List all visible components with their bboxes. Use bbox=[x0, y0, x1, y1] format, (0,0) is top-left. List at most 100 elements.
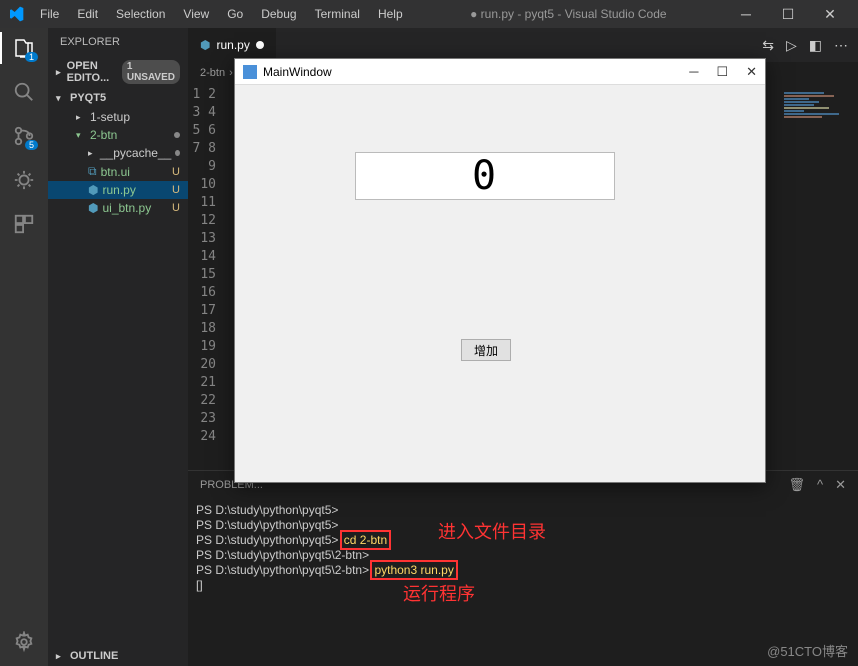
vscode-logo-icon bbox=[8, 6, 24, 22]
menu-file[interactable]: File bbox=[32, 3, 67, 25]
tab-run-py[interactable]: ⬢ run.py bbox=[188, 28, 276, 62]
minimap[interactable] bbox=[778, 84, 858, 470]
tree-item-label: 2-btn bbox=[90, 128, 117, 142]
terminal-line: PS D:\study\python\pyqt5\2-btn> bbox=[196, 563, 372, 577]
line-numbers: 1 2 3 4 5 6 7 8 9 10 11 12 13 14 15 16 1… bbox=[188, 84, 228, 470]
debug-icon[interactable] bbox=[12, 168, 36, 192]
split-editor-icon[interactable]: ◧ bbox=[809, 37, 822, 54]
menu-go[interactable]: Go bbox=[219, 3, 251, 25]
folder-pycache[interactable]: ▸ __pycache__ bbox=[48, 144, 188, 162]
tab-modified-icon[interactable] bbox=[256, 41, 264, 49]
git-status: U bbox=[172, 184, 180, 196]
titlebar: File Edit Selection View Go Debug Termin… bbox=[0, 0, 858, 28]
open-editors-label: OPEN EDITO... bbox=[67, 60, 118, 84]
breadcrumb-item[interactable]: 2-btn bbox=[200, 67, 225, 79]
annotation-2: 运行程序 bbox=[403, 587, 475, 602]
chevron-down-icon: ▾ bbox=[76, 130, 86, 141]
sidebar-header: EXPLORER bbox=[48, 28, 188, 56]
file-icon: ⧉ bbox=[88, 164, 97, 179]
run-icon[interactable]: ▷ bbox=[786, 37, 797, 54]
python-file-icon: ⬢ bbox=[88, 183, 98, 197]
more-actions-icon[interactable]: ⋯ bbox=[834, 37, 848, 54]
workspace-name: PYQT5 bbox=[70, 92, 106, 104]
maximize-panel-icon[interactable]: ^ bbox=[817, 477, 823, 493]
window-title: ● run.py - pyqt5 - Visual Studio Code bbox=[411, 7, 726, 21]
highlighted-command-1: cd 2-btn bbox=[342, 532, 389, 548]
modified-dot-icon bbox=[175, 150, 180, 156]
lcd-value: 0 bbox=[472, 153, 498, 199]
menu-selection[interactable]: Selection bbox=[108, 3, 173, 25]
dialog-title-text: MainWindow bbox=[263, 65, 332, 79]
app-icon bbox=[243, 65, 257, 79]
dialog-minimize-button[interactable]: ─ bbox=[689, 64, 698, 80]
activity-bar: 1 5 bbox=[0, 28, 48, 666]
chevron-right-icon: ▸ bbox=[56, 67, 63, 78]
dialog-close-button[interactable]: ✕ bbox=[746, 64, 757, 80]
menu-edit[interactable]: Edit bbox=[69, 3, 106, 25]
chevron-right-icon: › bbox=[229, 67, 233, 79]
annotation-1: 进入文件目录 bbox=[438, 525, 546, 540]
tree-item-label: ui_btn.py bbox=[102, 201, 151, 215]
tree-item-label: __pycache__ bbox=[100, 146, 171, 160]
menu-view[interactable]: View bbox=[175, 3, 217, 25]
scm-badge: 5 bbox=[25, 140, 38, 150]
sidebar-title: EXPLORER bbox=[60, 36, 120, 48]
file-run-py[interactable]: ⬢ run.py U bbox=[48, 181, 188, 199]
menu-terminal[interactable]: Terminal bbox=[307, 3, 368, 25]
folder-1-setup[interactable]: ▸ 1-setup bbox=[48, 108, 188, 126]
settings-icon[interactable] bbox=[12, 630, 36, 654]
search-icon[interactable] bbox=[12, 80, 36, 104]
chevron-right-icon: ▸ bbox=[88, 148, 96, 159]
close-panel-icon[interactable]: ✕ bbox=[835, 477, 846, 493]
pyqt-mainwindow-dialog: MainWindow ─ ☐ ✕ 0 增加 bbox=[234, 58, 766, 483]
minimize-button[interactable]: ─ bbox=[726, 0, 766, 28]
menu-help[interactable]: Help bbox=[370, 3, 411, 25]
terminal-line: PS D:\study\python\pyqt5\2-btn> bbox=[196, 548, 369, 562]
explorer-badge: 1 bbox=[25, 52, 38, 62]
unsaved-badge: 1 UNSAVED bbox=[122, 60, 180, 84]
increment-button[interactable]: 增加 bbox=[461, 339, 511, 361]
source-control-icon[interactable]: 5 bbox=[12, 124, 36, 148]
terminal-cursor: [] bbox=[196, 578, 203, 592]
chevron-down-icon: ▾ bbox=[56, 93, 66, 104]
trash-icon[interactable]: 🗑 bbox=[788, 477, 805, 493]
dialog-maximize-button[interactable]: ☐ bbox=[716, 64, 728, 80]
dialog-titlebar[interactable]: MainWindow ─ ☐ ✕ bbox=[235, 59, 765, 85]
tab-label: run.py bbox=[216, 38, 249, 52]
extensions-icon[interactable] bbox=[12, 212, 36, 236]
tree-item-label: btn.ui bbox=[101, 165, 130, 179]
terminal-line: PS D:\study\python\pyqt5> bbox=[196, 533, 342, 547]
maximize-button[interactable]: ☐ bbox=[768, 0, 808, 28]
editor-tabs: ⬢ run.py ⇆ ▷ ◧ ⋯ bbox=[188, 28, 858, 62]
chevron-right-icon: ▸ bbox=[56, 651, 66, 662]
explorer-icon[interactable]: 1 bbox=[12, 36, 36, 60]
tree-item-label: run.py bbox=[102, 183, 135, 197]
git-status: U bbox=[172, 166, 180, 178]
git-status: U bbox=[172, 202, 180, 214]
sidebar: EXPLORER ▸ OPEN EDITO... 1 UNSAVED ▾ PYQ… bbox=[48, 28, 188, 666]
cmd-text: cd 2-btn bbox=[344, 533, 387, 547]
outline-label: OUTLINE bbox=[70, 650, 118, 662]
cmd-text: python3 run.py bbox=[374, 563, 453, 577]
workspace-section[interactable]: ▾ PYQT5 bbox=[48, 88, 188, 108]
modified-dot-icon bbox=[174, 132, 180, 138]
open-editors-section[interactable]: ▸ OPEN EDITO... 1 UNSAVED bbox=[48, 56, 188, 88]
terminal-line: PS D:\study\python\pyqt5> bbox=[196, 503, 338, 517]
tree-item-label: 1-setup bbox=[90, 110, 130, 124]
menu-debug[interactable]: Debug bbox=[253, 3, 304, 25]
watermark: @51CTO博客 bbox=[767, 641, 848, 660]
terminal-body[interactable]: PS D:\study\python\pyqt5> PS D:\study\py… bbox=[188, 499, 858, 666]
file-ui-btn-py[interactable]: ⬢ ui_btn.py U bbox=[48, 199, 188, 217]
outline-section[interactable]: ▸ OUTLINE bbox=[48, 646, 188, 666]
close-button[interactable]: ✕ bbox=[810, 0, 850, 28]
highlighted-command-2: python3 run.py bbox=[372, 562, 455, 578]
python-file-icon: ⬢ bbox=[200, 38, 210, 52]
menu-bar: File Edit Selection View Go Debug Termin… bbox=[32, 3, 411, 25]
file-btn-ui[interactable]: ⧉ btn.ui U bbox=[48, 162, 188, 181]
terminal-line: PS D:\study\python\pyqt5> bbox=[196, 518, 338, 532]
folder-2-btn[interactable]: ▾ 2-btn bbox=[48, 126, 188, 144]
window-controls: ─ ☐ ✕ bbox=[726, 0, 850, 28]
tab-actions: ⇆ ▷ ◧ ⋯ bbox=[762, 37, 858, 54]
compare-changes-icon[interactable]: ⇆ bbox=[762, 37, 774, 54]
terminal-panel: PROBLEM... 🗑 ^ ✕ PS D:\study\python\pyqt… bbox=[188, 470, 858, 666]
